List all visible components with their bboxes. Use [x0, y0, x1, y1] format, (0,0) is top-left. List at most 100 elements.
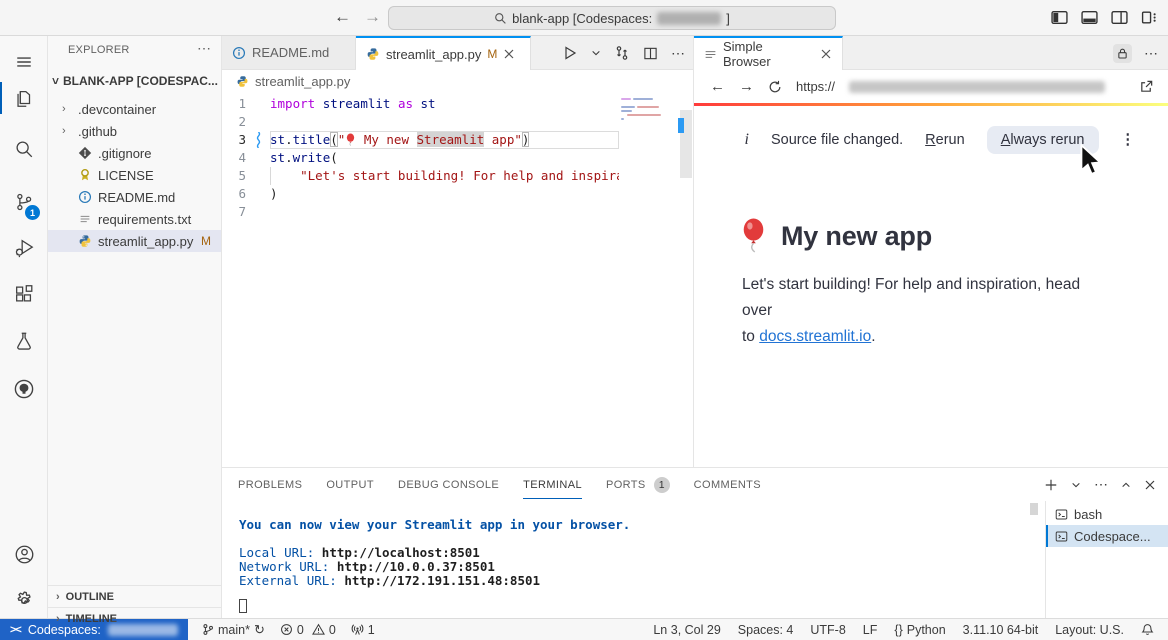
run-dropdown-icon[interactable]: [591, 48, 601, 58]
tab-comments[interactable]: COMMENTS: [694, 470, 761, 499]
breadcrumb[interactable]: streamlit_app.py: [222, 70, 693, 92]
code-editor[interactable]: 1import streamlit as st23st.title(" My n…: [222, 92, 693, 467]
panel-more-icon[interactable]: ⋯: [1094, 476, 1108, 493]
close-icon[interactable]: [820, 48, 832, 60]
sync-icon: ↻: [254, 622, 265, 638]
chevron-right-icon: ›: [62, 103, 72, 115]
history-back-button[interactable]: ←: [334, 7, 351, 27]
local-url[interactable]: http://localhost:8501: [322, 546, 480, 560]
file-row-github[interactable]: › .github: [48, 120, 221, 142]
reload-icon[interactable]: [768, 80, 782, 94]
tab-ports[interactable]: PORTS1: [606, 468, 670, 501]
keyboard-layout-status[interactable]: Layout: U.S.: [1055, 623, 1124, 637]
tab-debug-console[interactable]: DEBUG CONSOLE: [398, 470, 499, 499]
network-url[interactable]: http://10.0.0.37:8501: [337, 560, 495, 574]
terminal-scrollbar[interactable]: [1030, 503, 1038, 515]
notifications-bell-icon[interactable]: [1141, 623, 1154, 636]
source-control-icon[interactable]: 1: [0, 184, 48, 220]
command-center[interactable]: blank-app [Codespaces: ]: [388, 6, 836, 30]
toggle-secondary-sidebar-icon[interactable]: [1111, 9, 1128, 26]
code-token: ): [522, 132, 530, 147]
file-row-license[interactable]: LICENSE: [48, 164, 221, 186]
browser-forward-icon[interactable]: →: [739, 78, 754, 95]
run-debug-icon[interactable]: [0, 230, 48, 266]
activity-bar: 1: [0, 36, 48, 618]
extensions-icon[interactable]: [0, 276, 48, 312]
file-row-readme[interactable]: README.md: [48, 186, 221, 208]
close-panel-icon[interactable]: [1144, 479, 1156, 491]
session-bash[interactable]: bash: [1046, 503, 1168, 525]
info-file-icon: [232, 46, 246, 60]
line-col-status[interactable]: Ln 3, Col 29: [653, 623, 720, 637]
chevron-right-icon: ›: [56, 613, 60, 625]
problems-status[interactable]: 0 0: [280, 623, 336, 637]
python-runtime-status[interactable]: 3.11.10 64-bit: [963, 623, 1039, 637]
explorer-header: EXPLORER: [68, 44, 130, 56]
tab-streamlit-app[interactable]: streamlit_app.py M: [356, 36, 531, 70]
history-forward-button[interactable]: →: [364, 7, 381, 27]
eol-status[interactable]: LF: [863, 623, 878, 637]
tab-terminal[interactable]: TERMINAL: [523, 470, 582, 499]
file-row-streamlit-app[interactable]: streamlit_app.py M: [48, 230, 221, 252]
language-status[interactable]: {} Python: [894, 623, 945, 637]
redacted-text: [657, 12, 721, 25]
code-token: write: [293, 150, 331, 165]
info-icon[interactable]: i: [745, 131, 749, 149]
url-scheme[interactable]: https://: [796, 79, 835, 94]
explorer-icon[interactable]: [0, 80, 48, 116]
toggle-panel-icon[interactable]: [1081, 9, 1098, 26]
external-url[interactable]: http://172.191.151.48:8501: [344, 574, 540, 588]
editor-scrollbar[interactable]: [675, 92, 693, 467]
new-terminal-icon[interactable]: [1044, 478, 1058, 492]
session-codespace[interactable]: Codespace...: [1046, 525, 1168, 547]
maximize-panel-icon[interactable]: [1121, 480, 1131, 490]
open-external-icon[interactable]: [1139, 79, 1154, 94]
terminal-output[interactable]: You can now view your Streamlit app in y…: [222, 501, 1045, 618]
modified-line-marker: [678, 118, 684, 133]
menu-icon[interactable]: [0, 44, 48, 80]
browser-more-icon[interactable]: ⋯: [1144, 45, 1158, 62]
lock-icon[interactable]: [1113, 44, 1132, 63]
scm-badge: 1: [25, 205, 40, 220]
tab-simple-browser[interactable]: Simple Browser: [694, 36, 843, 70]
settings-gear-icon[interactable]: [0, 582, 48, 618]
toggle-sidebar-icon[interactable]: [1051, 9, 1068, 26]
account-icon[interactable]: [0, 536, 48, 572]
github-icon[interactable]: [0, 371, 48, 407]
indent-status[interactable]: Spaces: 4: [738, 623, 794, 637]
browser-back-icon[interactable]: ←: [710, 78, 725, 95]
rerun-button[interactable]: Rerun: [925, 132, 965, 148]
streamlit-menu-icon[interactable]: ⋮: [1121, 132, 1137, 148]
tab-problems[interactable]: PROBLEMS: [238, 470, 302, 499]
close-icon[interactable]: [503, 48, 515, 60]
code-token: .: [285, 132, 293, 147]
customize-layout-icon[interactable]: [1141, 9, 1158, 26]
app-body-text: Let's start building! For help and inspi…: [742, 272, 1114, 350]
terminal-icon: [1055, 530, 1068, 543]
editor-more-icon[interactable]: ⋯: [671, 45, 685, 62]
search-icon[interactable]: [0, 131, 48, 167]
docs-link[interactable]: docs.streamlit.io: [759, 328, 871, 345]
testing-icon[interactable]: [0, 323, 48, 359]
python-file-icon: [366, 47, 380, 61]
file-row-requirements[interactable]: requirements.txt: [48, 208, 221, 230]
browser-tab-bar: Simple Browser ⋯: [694, 36, 1168, 70]
open-changes-icon[interactable]: [614, 45, 630, 61]
explorer-root-folder[interactable]: ˅ BLANK-APP [CODESPAC...: [48, 70, 221, 92]
split-editor-icon[interactable]: [643, 46, 658, 61]
code-token: (: [330, 132, 338, 147]
run-python-file-icon[interactable]: [562, 45, 578, 61]
file-row-devcontainer[interactable]: › .devcontainer: [48, 98, 221, 120]
minimap[interactable]: [619, 92, 675, 467]
code-token: ): [270, 186, 278, 201]
code-token: Streamlit: [417, 132, 485, 147]
terminal-dropdown-icon[interactable]: [1071, 480, 1081, 490]
forwarded-ports-status[interactable]: 1: [351, 623, 375, 637]
outline-section[interactable]: › OUTLINE: [48, 585, 221, 607]
encoding-status[interactable]: UTF-8: [810, 623, 845, 637]
file-row-gitignore[interactable]: .gitignore: [48, 142, 221, 164]
panel-header: PROBLEMS OUTPUT DEBUG CONSOLE TERMINAL P…: [222, 468, 1168, 501]
tab-readme[interactable]: README.md: [222, 36, 356, 69]
tab-output[interactable]: OUTPUT: [326, 470, 374, 499]
explorer-more-icon[interactable]: ⋯: [197, 40, 211, 57]
